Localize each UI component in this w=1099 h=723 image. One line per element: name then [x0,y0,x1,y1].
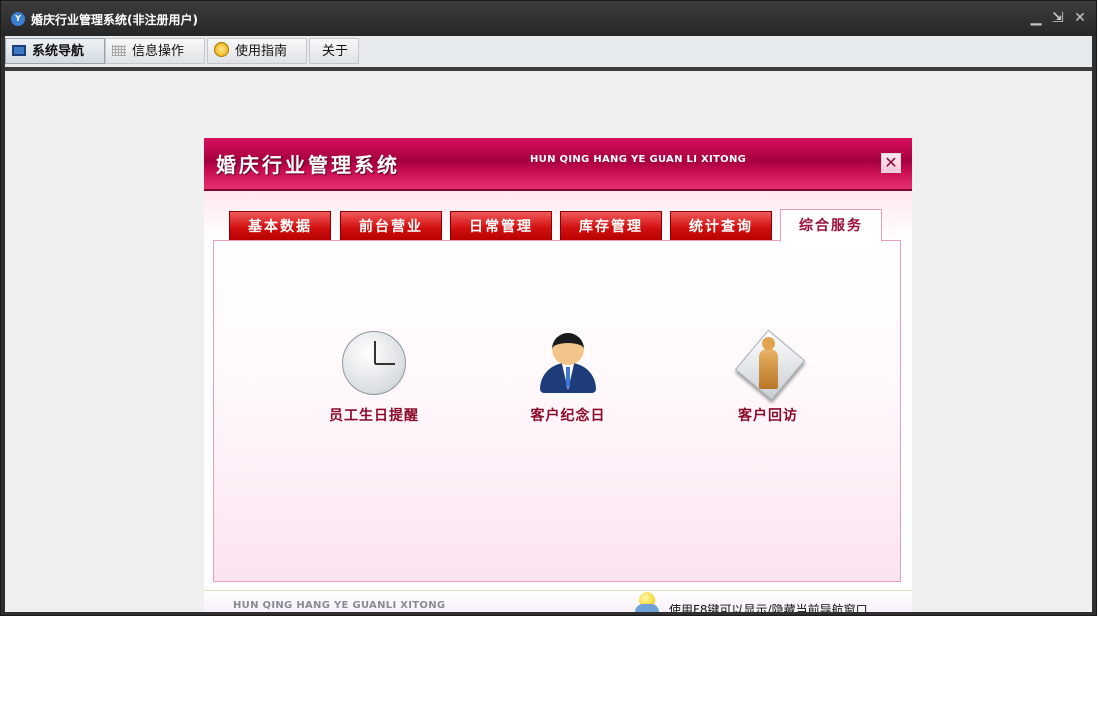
panel-close-button[interactable]: ✕ [881,153,901,173]
feature-label: 客户纪念日 [530,408,606,424]
tab-label: 系统导航 [32,44,85,59]
navigation-panel: 婚庆行业管理系统 HUN QING HANG YE GUAN LI XITONG… [204,138,912,612]
tab-about[interactable]: 关于 [309,38,359,64]
window-title: 婚庆行业管理系统(非注册用户) [31,13,198,27]
panel-title: 婚庆行业管理系统 [216,153,400,177]
menu-bar: 系统导航 信息操作 使用指南 关于 [5,36,1092,71]
panel-header: 婚庆行业管理系统 HUN QING HANG YE GUAN LI XITONG… [204,138,912,191]
footer-hint: 使用F8键可以显示/隐藏当前导航窗口 [669,603,868,612]
close-icon[interactable]: ✕ [1072,10,1088,26]
tab-label: 信息操作 [132,44,185,59]
card-person-body [759,349,778,389]
window-controls: ▁ ⇲ ✕ [1028,10,1088,26]
tab-label: 使用指南 [235,44,288,59]
customer-icon [536,331,600,395]
app-window: Y 婚庆行业管理系统(非注册用户) ▁ ⇲ ✕ 系统导航 信息操作 使用指南 关… [0,0,1097,616]
tab-front-desk[interactable]: 前台营业 [340,211,442,241]
minimize-icon[interactable]: ▁ [1028,10,1044,26]
category-tabs: 基本数据 前台营业 日常管理 库存管理 统计查询 综合服务 [204,191,912,242]
tab-system-navigation[interactable]: 系统导航 [5,38,105,64]
tab-user-guide[interactable]: 使用指南 [207,38,307,64]
tab-label: 关于 [322,44,349,59]
card-person-head [762,337,775,350]
tab-daily-management[interactable]: 日常管理 [450,211,552,241]
guide-icon [214,42,229,57]
app-logo-icon: Y [11,12,25,26]
person-head [552,333,584,365]
contact-card-icon [734,329,806,401]
clock-icon [342,331,406,395]
title-bar: Y 婚庆行业管理系统(非注册用户) ▁ ⇲ ✕ [1,1,1096,36]
feature-employee-birthday-reminder[interactable]: 员工生日提醒 [304,331,444,425]
workspace: 婚庆行业管理系统 HUN QING HANG YE GUAN LI XITONG… [5,71,1092,612]
tab-statistics-query[interactable]: 统计查询 [670,211,772,241]
grid-icon [112,45,126,56]
tab-comprehensive-service[interactable]: 综合服务 [780,209,882,242]
footer-brand: HUN QING HANG YE GUANLI XITONG [233,600,446,611]
tab-basic-data[interactable]: 基本数据 [229,211,331,241]
feature-label: 员工生日提醒 [329,408,419,424]
person-tie [566,367,570,387]
feature-label: 客户回访 [738,408,798,424]
panel-subtitle: HUN QING HANG YE GUAN LI XITONG [530,154,747,165]
monitor-icon [12,45,26,56]
panel-footer: HUN QING HANG YE GUANLI XITONG 使用F8键可以显示… [204,590,912,612]
user-hint-icon [635,592,659,612]
tab-information-operation[interactable]: 信息操作 [105,38,205,64]
clock-face [342,331,406,395]
feature-customer-followup[interactable]: 客户回访 [698,329,838,425]
tab-content: 员工生日提醒 客户纪念日 客户回访 [213,240,901,582]
tab-inventory-management[interactable]: 库存管理 [560,211,662,241]
feature-customer-anniversary[interactable]: 客户纪念日 [498,331,638,425]
restore-icon[interactable]: ⇲ [1050,10,1066,26]
